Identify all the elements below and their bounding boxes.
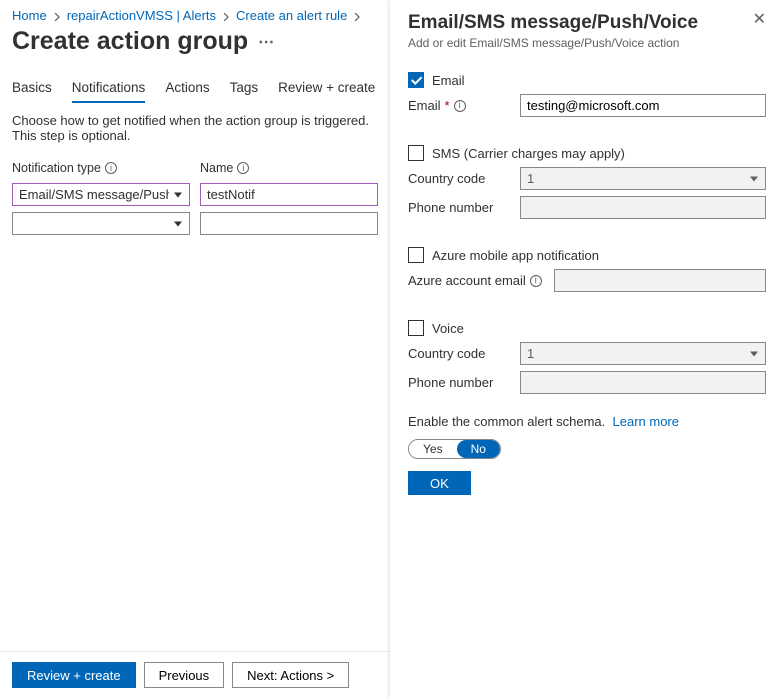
schema-toggle[interactable]: Yes No xyxy=(408,439,501,459)
breadcrumb-resource[interactable]: repairActionVMSS | Alerts xyxy=(67,8,216,23)
side-panel: Email/SMS message/Push/Voice Add or edit… xyxy=(390,0,784,698)
tab-notifications[interactable]: Notifications xyxy=(72,74,146,103)
chevron-right-icon xyxy=(53,8,61,23)
tabs: Basics Notifications Actions Tags Review… xyxy=(12,74,378,103)
info-icon[interactable]: i xyxy=(237,162,249,174)
push-email-input[interactable] xyxy=(554,269,766,292)
email-field-label: Email * i xyxy=(408,98,512,113)
breadcrumb: Home repairActionVMSS | Alerts Create an… xyxy=(12,8,378,23)
tab-basics[interactable]: Basics xyxy=(12,74,52,103)
voice-phone-input[interactable] xyxy=(520,371,766,394)
sms-phone-input[interactable] xyxy=(520,196,766,219)
panel-subtitle: Add or edit Email/SMS message/Push/Voice… xyxy=(408,36,698,50)
voice-checkbox-row: Voice xyxy=(408,320,766,336)
tab-description: Choose how to get notified when the acti… xyxy=(12,113,378,143)
panel-header: Email/SMS message/Push/Voice Add or edit… xyxy=(408,12,766,72)
ok-button[interactable]: OK xyxy=(408,471,471,495)
previous-button[interactable]: Previous xyxy=(144,662,225,688)
email-checkbox-label: Email xyxy=(432,73,465,88)
push-email-label: Azure account email i xyxy=(408,273,546,288)
notification-type-select-wrap xyxy=(12,183,190,206)
sms-checkbox-row: SMS (Carrier charges may apply) xyxy=(408,145,766,161)
sms-country-row: Country code xyxy=(408,167,766,190)
voice-phone-label: Phone number xyxy=(408,375,512,390)
voice-country-select-wrap xyxy=(520,342,766,365)
email-checkbox[interactable] xyxy=(408,72,424,88)
col-header-type-text: Notification type xyxy=(12,161,101,175)
push-checkbox-row: Azure mobile app notification xyxy=(408,247,766,263)
required-icon: * xyxy=(445,98,450,113)
close-icon[interactable]: ✕ xyxy=(753,12,766,28)
more-menu-icon[interactable]: ⋯ xyxy=(258,32,274,52)
sms-country-select-wrap xyxy=(520,167,766,190)
notification-name-input[interactable] xyxy=(200,212,378,235)
sms-checkbox-label: SMS (Carrier charges may apply) xyxy=(432,146,625,161)
chevron-right-icon xyxy=(353,8,361,23)
push-email-label-text: Azure account email xyxy=(408,273,526,288)
info-icon[interactable]: i xyxy=(105,162,117,174)
voice-phone-row: Phone number xyxy=(408,371,766,394)
next-actions-button[interactable]: Next: Actions > xyxy=(232,662,349,688)
email-checkbox-row: Email xyxy=(408,72,766,88)
schema-text: Enable the common alert schema. xyxy=(408,414,605,429)
info-icon[interactable]: i xyxy=(530,275,542,287)
email-field-row: Email * i xyxy=(408,94,766,117)
breadcrumb-rule[interactable]: Create an alert rule xyxy=(236,8,347,23)
sms-country-select[interactable] xyxy=(520,167,766,190)
page-title-text: Create action group xyxy=(12,27,248,56)
chevron-right-icon xyxy=(222,8,230,23)
voice-country-label: Country code xyxy=(408,346,512,361)
voice-country-select[interactable] xyxy=(520,342,766,365)
push-checkbox[interactable] xyxy=(408,247,424,263)
info-icon[interactable]: i xyxy=(454,100,466,112)
tab-review[interactable]: Review + create xyxy=(278,74,375,103)
push-checkbox-label: Azure mobile app notification xyxy=(432,248,599,263)
page-title: Create action group ⋯ xyxy=(12,27,378,56)
panel-header-text: Email/SMS message/Push/Voice Add or edit… xyxy=(408,12,698,72)
notification-type-select[interactable] xyxy=(12,183,190,206)
notification-name-wrap xyxy=(200,183,378,206)
sms-phone-label: Phone number xyxy=(408,200,512,215)
notification-type-select[interactable] xyxy=(12,212,190,235)
schema-toggle-no[interactable]: No xyxy=(457,440,500,458)
notification-type-select-wrap xyxy=(12,212,190,235)
col-header-type: Notification type i xyxy=(12,161,190,175)
panel-title: Email/SMS message/Push/Voice xyxy=(408,12,698,34)
schema-toggle-yes[interactable]: Yes xyxy=(409,440,457,458)
notification-name-input[interactable] xyxy=(200,183,378,206)
breadcrumb-home[interactable]: Home xyxy=(12,8,47,23)
schema-row: Enable the common alert schema. Learn mo… xyxy=(408,414,766,429)
voice-country-row: Country code xyxy=(408,342,766,365)
notifications-grid: Notification type i Name i xyxy=(12,161,378,235)
main-content: Home repairActionVMSS | Alerts Create an… xyxy=(0,0,390,698)
notification-name-wrap xyxy=(200,212,378,235)
voice-checkbox-label: Voice xyxy=(432,321,464,336)
tab-tags[interactable]: Tags xyxy=(230,74,259,103)
sms-checkbox[interactable] xyxy=(408,145,424,161)
email-input[interactable] xyxy=(520,94,766,117)
col-header-name-text: Name xyxy=(200,161,233,175)
sms-country-label: Country code xyxy=(408,171,512,186)
sms-phone-row: Phone number xyxy=(408,196,766,219)
learn-more-link[interactable]: Learn more xyxy=(613,414,679,429)
voice-checkbox[interactable] xyxy=(408,320,424,336)
footer-bar: Review + create Previous Next: Actions > xyxy=(0,651,390,698)
tab-actions[interactable]: Actions xyxy=(165,74,209,103)
col-header-name: Name i xyxy=(200,161,378,175)
email-label-text: Email xyxy=(408,98,441,113)
review-create-button[interactable]: Review + create xyxy=(12,662,136,688)
push-email-row: Azure account email i xyxy=(408,269,766,292)
